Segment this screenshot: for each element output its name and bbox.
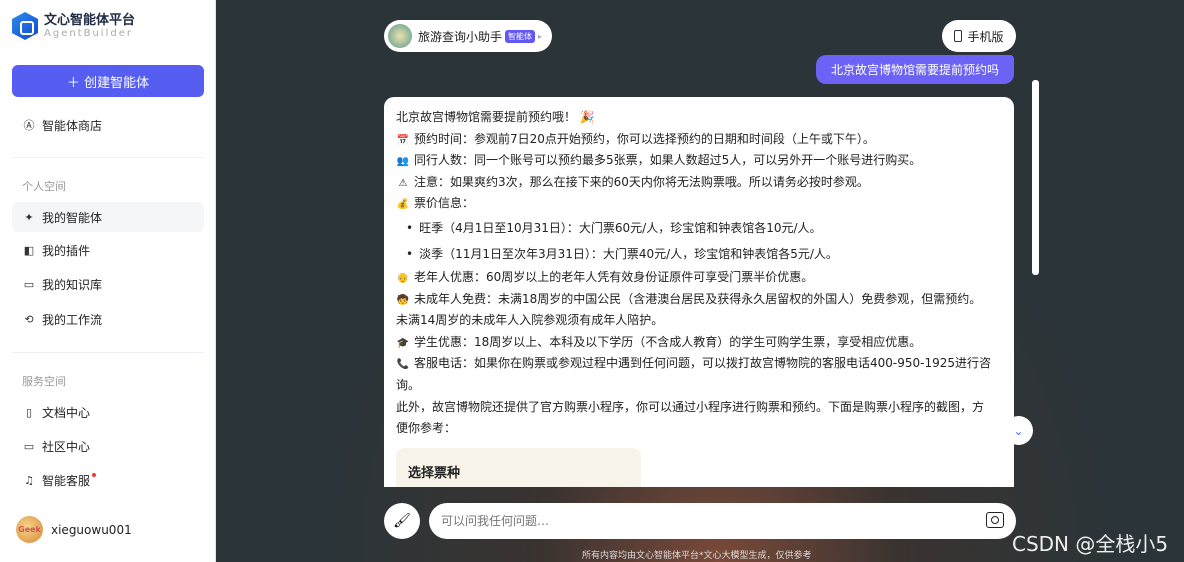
answer-line: 便你参考： [396, 418, 1002, 440]
assistant-message: 北京故宫博物馆需要提前预约哦！ 🎉 📅 预约时间：参观前7日20点开始预约，你可以… [384, 97, 1014, 487]
text: 注意：如果爽约3次，那么在接下来的60天内你将无法购票哦。所以请务必按时参观。 [414, 174, 869, 189]
text: 此外，故宫博物院还提供了官方购票小程序，你可以通过小程序进行购票和预约。下面是购… [396, 399, 985, 414]
disclaimer: 所有内容均由文心智能体平台*文心大模型生成，仅供参考 [582, 551, 812, 561]
agent-name: 旅游查询小助手 [418, 29, 503, 44]
sidebar-item-my-knowledge[interactable]: ▭ 我的知识库 [12, 269, 204, 299]
answer-intro: 北京故宫博物馆需要提前预约哦！ 🎉 [396, 107, 1002, 129]
clear-context-button[interactable]: 🖌 [384, 503, 420, 539]
create-label: 创建智能体 [84, 75, 150, 91]
label: 我的智能体 [42, 210, 103, 225]
agent-info-button[interactable]: 旅游查询小助手 智能体 ▸ [384, 20, 553, 52]
text: 老年人优惠：60周岁以上的老年人凭有效身份证原件可享受门票半价优惠。 [414, 269, 814, 284]
sidebar-item-my-workflow[interactable]: ⟲ 我的工作流 [12, 304, 204, 334]
phone-icon [954, 30, 963, 42]
miniprogram-screenshot[interactable]: 选择票种 [396, 447, 641, 487]
label: 社区中心 [42, 439, 91, 454]
sidebar-item-my-plugins[interactable]: ◧ 我的插件 [12, 235, 204, 265]
text: 未成年人免费：未满18周岁的中国公民（含港澳台居民及获得永久居留权的外国人）免费… [414, 291, 982, 306]
text: 便你参考： [396, 421, 457, 436]
warning-icon: ⚠ [398, 177, 408, 189]
text: 询。 [396, 377, 421, 392]
sidebar-item-community[interactable]: ▭ 社区中心 [12, 431, 204, 461]
mobile-version-button[interactable]: 手机版 [942, 20, 1016, 52]
scrollbar[interactable] [1032, 80, 1039, 275]
camera-icon[interactable] [986, 512, 1004, 528]
chevron-right-icon: ▸ [538, 31, 543, 41]
phone-icon: 📞 [396, 359, 410, 371]
bullet-item: 旺季（4月1日至10月31日）：大门票60元/人，珍宝馆和钟表馆各10元/人。 [396, 215, 1002, 241]
sidebar-item-docs[interactable]: ▯ 文档中心 [12, 397, 204, 427]
logo-title: 文心智能体平台 [44, 13, 136, 28]
answer-line: 💰 票价信息： [396, 193, 1002, 215]
answer-line: ⚠ 注意：如果爽约3次，那么在接下来的60天内你将无法购票哦。所以请务必按时参观。 [396, 172, 1002, 194]
plugin-icon: ◧ [23, 243, 35, 257]
bullet-item: 淡季（11月1日至次年3月31日）：大门票40元/人，珍宝馆和钟表馆各5元/人。 [396, 241, 1002, 267]
answer-line: 🎓 学生优惠：18周岁以上、本科及以下学历（不含成人教育）的学生可购学生票，享受相… [396, 332, 1002, 354]
answer-line: 未满14周岁的未成年人入院参观须有成年人陪护。 [396, 310, 1002, 332]
chat-icon: ▭ [23, 439, 35, 453]
answer-line: 📞 客服电话：如果你在购票或参观过程中遇到任何问题，可以拨打故宫博物院的客服电话4… [396, 353, 1002, 375]
logo-icon [12, 12, 38, 40]
create-agent-button[interactable]: ＋ 创建智能体 [12, 65, 204, 97]
party-icon: 🎉 [579, 110, 595, 124]
store-icon: Ⓐ [23, 119, 35, 132]
logo-subtitle: AgentBuilder [44, 28, 133, 39]
people-icon: 👥 [396, 156, 410, 168]
answer-line: 此外，故宫博物院还提供了官方购票小程序，你可以通过小程序进行购票和预约。下面是购… [396, 397, 1002, 419]
username: xieguowu001 [51, 522, 132, 537]
child-icon: 🧒 [396, 294, 410, 306]
answer-line: 👥 同行人数：同一个账号可以预约最多5张票，如果人数超过5人，可以另外开一个账号进… [396, 150, 1002, 172]
label: 手机版 [967, 29, 1004, 44]
answer-line: 🧒 未成年人免费：未满18周岁的中国公民（含港澳台居民及获得永久居留权的外国人）免… [396, 289, 1002, 311]
section-title: 个人空间 [22, 180, 66, 193]
plus-icon: ＋ [66, 75, 85, 91]
grad-cap-icon: 🎓 [396, 337, 410, 349]
workflow-icon: ⟲ [24, 312, 34, 326]
answer-line: 📅 预约时间：参观前7日20点开始预约，你可以选择预约的日期和时间段（上午或下午）… [396, 129, 1002, 151]
divider [12, 352, 204, 353]
label: 我的插件 [42, 243, 91, 258]
text: 客服电话：如果你在购票或参观过程中遇到任何问题，可以拨打故宫博物院的客服电话40… [414, 356, 992, 371]
section-title: 服务空间 [22, 375, 66, 388]
card-title: 选择票种 [408, 465, 461, 481]
user-message: 北京故宫博物馆需要提前预约吗 [816, 55, 1014, 84]
scroll-down-button[interactable]: ⌄ [1004, 416, 1033, 445]
chevron-down-icon: ⌄ [1013, 423, 1024, 438]
text: 未满14周岁的未成年人入院参观须有成年人陪护。 [396, 313, 664, 328]
notification-dot [92, 473, 97, 477]
text: 同行人数：同一个账号可以预约最多5张票，如果人数超过5人，可以另外开一个账号进行… [414, 153, 922, 168]
label: 我的工作流 [42, 312, 103, 327]
logo[interactable]: 文心智能体平台 AgentBuilder [12, 12, 135, 40]
sidebar: 文心智能体平台 AgentBuilder ＋ 创建智能体 Ⓐ 智能体商店 个人空间 … [0, 0, 216, 562]
user-profile[interactable]: Geek xieguowu001 [16, 516, 132, 543]
sidebar-item-my-agents[interactable]: ✦ 我的智能体 [12, 202, 204, 232]
label: 智能体商店 [42, 118, 103, 133]
sidebar-item-support[interactable]: ♫ 智能客服 [12, 465, 204, 495]
monitor-icon: ▭ [23, 277, 35, 291]
elder-icon: 👴 [396, 272, 410, 284]
answer-line: 询。 [396, 375, 1002, 397]
headset-icon: ♫ [24, 473, 34, 487]
text: 北京故宫博物馆需要提前预约哦！ [396, 110, 577, 124]
chat-input[interactable] [429, 503, 1016, 539]
text: 学生优惠：18周岁以上、本科及以下学历（不含成人教育）的学生可购学生票，享受相应… [414, 334, 922, 349]
answer-line: 👴 老年人优惠：60周岁以上的老年人凭有效身份证原件可享受门票半价优惠。 [396, 267, 1002, 289]
sparkle-icon: ✦ [24, 210, 34, 224]
text: 票价信息： [414, 196, 475, 211]
calendar-icon: 📅 [396, 134, 410, 146]
label: 智能客服 [42, 473, 91, 488]
text: 预约时间：参观前7日20点开始预约，你可以选择预约的日期和时间段（上午或下午）。 [414, 131, 875, 146]
agent-badge: 智能体 [505, 29, 536, 43]
divider [12, 157, 204, 158]
watermark: CSDN @全栈小5 [1012, 532, 1169, 556]
brush-icon: 🖌 [393, 513, 411, 529]
money-bag-icon: 💰 [396, 199, 410, 211]
label: 文档中心 [42, 405, 91, 420]
document-icon: ▯ [25, 405, 33, 419]
label: 我的知识库 [42, 277, 103, 292]
avatar: Geek [16, 516, 43, 543]
agent-avatar [388, 24, 412, 48]
sidebar-item-store[interactable]: Ⓐ 智能体商店 [12, 110, 204, 140]
